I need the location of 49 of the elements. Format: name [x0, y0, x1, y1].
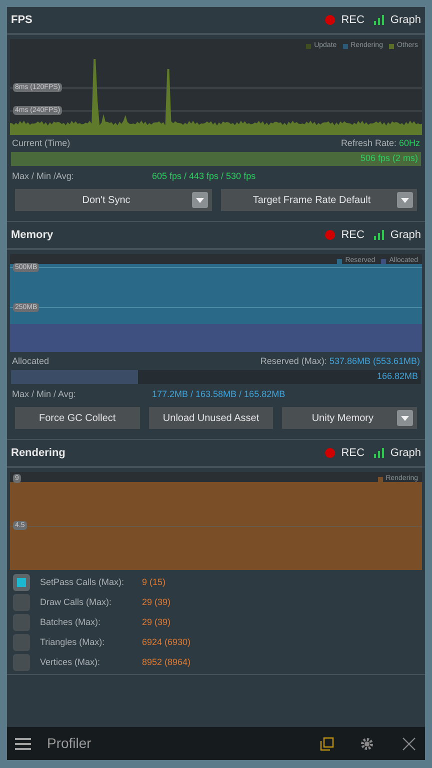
record-icon [325, 15, 336, 25]
dropdown[interactable]: Unity Memory [282, 407, 418, 429]
metric-value: 29 (39) [142, 596, 171, 609]
stats-value: 177.2MB / 163.58MB / 165.82MB [152, 388, 286, 400]
section-title: FPS [11, 12, 32, 28]
current-label: Current (Time) [12, 137, 70, 150]
metric-value: 9 (15) [142, 576, 166, 589]
rec-button[interactable]: REC [325, 444, 364, 462]
stats-label: Max / Min / Avg: [12, 388, 77, 401]
bar-chart-icon [374, 15, 384, 25]
checkbox[interactable] [13, 654, 30, 671]
graph-button[interactable]: Graph [374, 226, 421, 244]
allocated-label: Allocated [12, 355, 50, 368]
graph-button[interactable]: Graph [374, 444, 421, 462]
metric-label: Vertices (Max): [40, 656, 102, 669]
dropdown[interactable]: Don't Sync [15, 189, 212, 211]
memory-value: 166.82MB [376, 370, 418, 383]
action-button[interactable]: Force GC Collect [15, 407, 140, 429]
metric-label: Draw Calls (Max): [40, 596, 113, 609]
checkbox[interactable] [13, 574, 30, 591]
toolbar-title: Profiler [47, 734, 92, 753]
section-title: Rendering [11, 446, 66, 461]
metric-label: SetPass Calls (Max): [40, 576, 126, 589]
caret-icon [397, 410, 414, 426]
stats-value: 605 fps / 443 fps / 530 fps [152, 170, 256, 183]
caret-icon [397, 192, 413, 208]
rec-button[interactable]: REC [325, 12, 364, 28]
metric-value: 8952 (8964) [142, 656, 191, 669]
record-icon [325, 230, 336, 240]
refresh-rate: Refresh Rate: 60Hz [340, 137, 420, 150]
section-title: Memory [11, 228, 54, 243]
fps-bar: 506 fps (2 ms) [11, 152, 421, 166]
bar-chart-icon [374, 448, 384, 458]
dropdown[interactable]: Target Frame Rate Default [220, 189, 417, 211]
checkbox[interactable] [13, 634, 30, 651]
action-button[interactable]: Unload Unused Asset [148, 407, 274, 429]
caret-icon [192, 192, 208, 208]
bar-chart-icon [374, 230, 384, 240]
checkbox[interactable] [13, 614, 30, 631]
metric-label: Triangles (Max): [40, 636, 106, 649]
record-icon [325, 448, 336, 458]
reserved-max: Reserved (Max): 537.86MB (553.61MB) [260, 355, 420, 368]
graph-button[interactable]: Graph [374, 12, 421, 28]
stats-label: Max / Min /Avg: [12, 170, 75, 183]
metric-label: Batches (Max): [40, 616, 102, 629]
metric-value: 6924 (6930) [142, 636, 191, 649]
rec-button[interactable]: REC [325, 226, 364, 244]
checkbox[interactable] [13, 594, 30, 611]
metric-value: 29 (39) [142, 616, 171, 629]
